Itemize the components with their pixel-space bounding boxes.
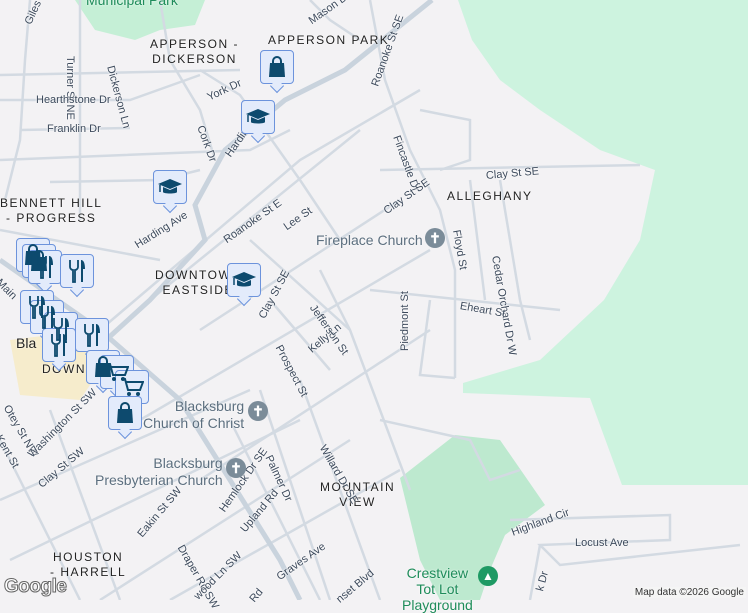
shopping-bag-icon bbox=[117, 402, 133, 423]
school-icon bbox=[232, 272, 256, 287]
street-label: Turner St NE bbox=[64, 56, 76, 120]
school-icon bbox=[158, 179, 182, 194]
neighborhood-label: ALLEGHANY bbox=[447, 189, 533, 203]
city-label: Bla bbox=[16, 335, 37, 351]
restaurant-icon bbox=[37, 256, 53, 279]
street-label: Hearthstone Dr bbox=[36, 94, 111, 106]
park-tree-icon[interactable]: ▲ bbox=[478, 566, 498, 586]
place-label[interactable]: Blacksburg Church of Christ bbox=[143, 398, 244, 432]
street-label: Locust Ave bbox=[575, 537, 629, 549]
shopping-cart-icon bbox=[121, 378, 144, 396]
street-label: Franklin Dr bbox=[47, 123, 101, 135]
school-pin[interactable] bbox=[153, 170, 187, 204]
google-logo: Google bbox=[3, 576, 67, 598]
shopping-bag-icon bbox=[269, 56, 285, 77]
park-label: Crestview Tot Lot Playground bbox=[402, 565, 473, 613]
park-area bbox=[458, 0, 748, 485]
place-label[interactable]: Blacksburg Presbyterian Church bbox=[95, 455, 223, 489]
church-icon[interactable]: ✝ bbox=[248, 401, 268, 421]
park-label: Municipal Park bbox=[86, 0, 178, 8]
school-icon bbox=[246, 109, 270, 124]
map-attribution[interactable]: Map data ©2026 Google bbox=[632, 587, 746, 598]
church-icon[interactable]: ✝ bbox=[226, 458, 246, 478]
restaurant-pin[interactable] bbox=[60, 254, 94, 288]
neighborhood-label: APPERSON - DICKERSON bbox=[150, 37, 240, 66]
restaurant-icon bbox=[84, 324, 100, 347]
restaurant-icon bbox=[51, 334, 67, 357]
neighborhood-label: BENNETT HILL - PROGRESS bbox=[0, 196, 103, 225]
street-label: Piedmont St bbox=[399, 291, 411, 351]
school-pin[interactable] bbox=[227, 263, 261, 297]
neighborhood-label: APPERSON PARK bbox=[268, 33, 390, 47]
place-label[interactable]: Fireplace Church bbox=[316, 232, 423, 249]
restaurant-pin[interactable] bbox=[75, 318, 109, 352]
restaurant-icon bbox=[69, 260, 85, 283]
shopping-bag-pin[interactable] bbox=[108, 396, 142, 430]
shopping-bag-pin[interactable] bbox=[260, 50, 294, 84]
school-pin[interactable] bbox=[241, 100, 275, 134]
church-icon[interactable]: ✝ bbox=[425, 228, 445, 248]
